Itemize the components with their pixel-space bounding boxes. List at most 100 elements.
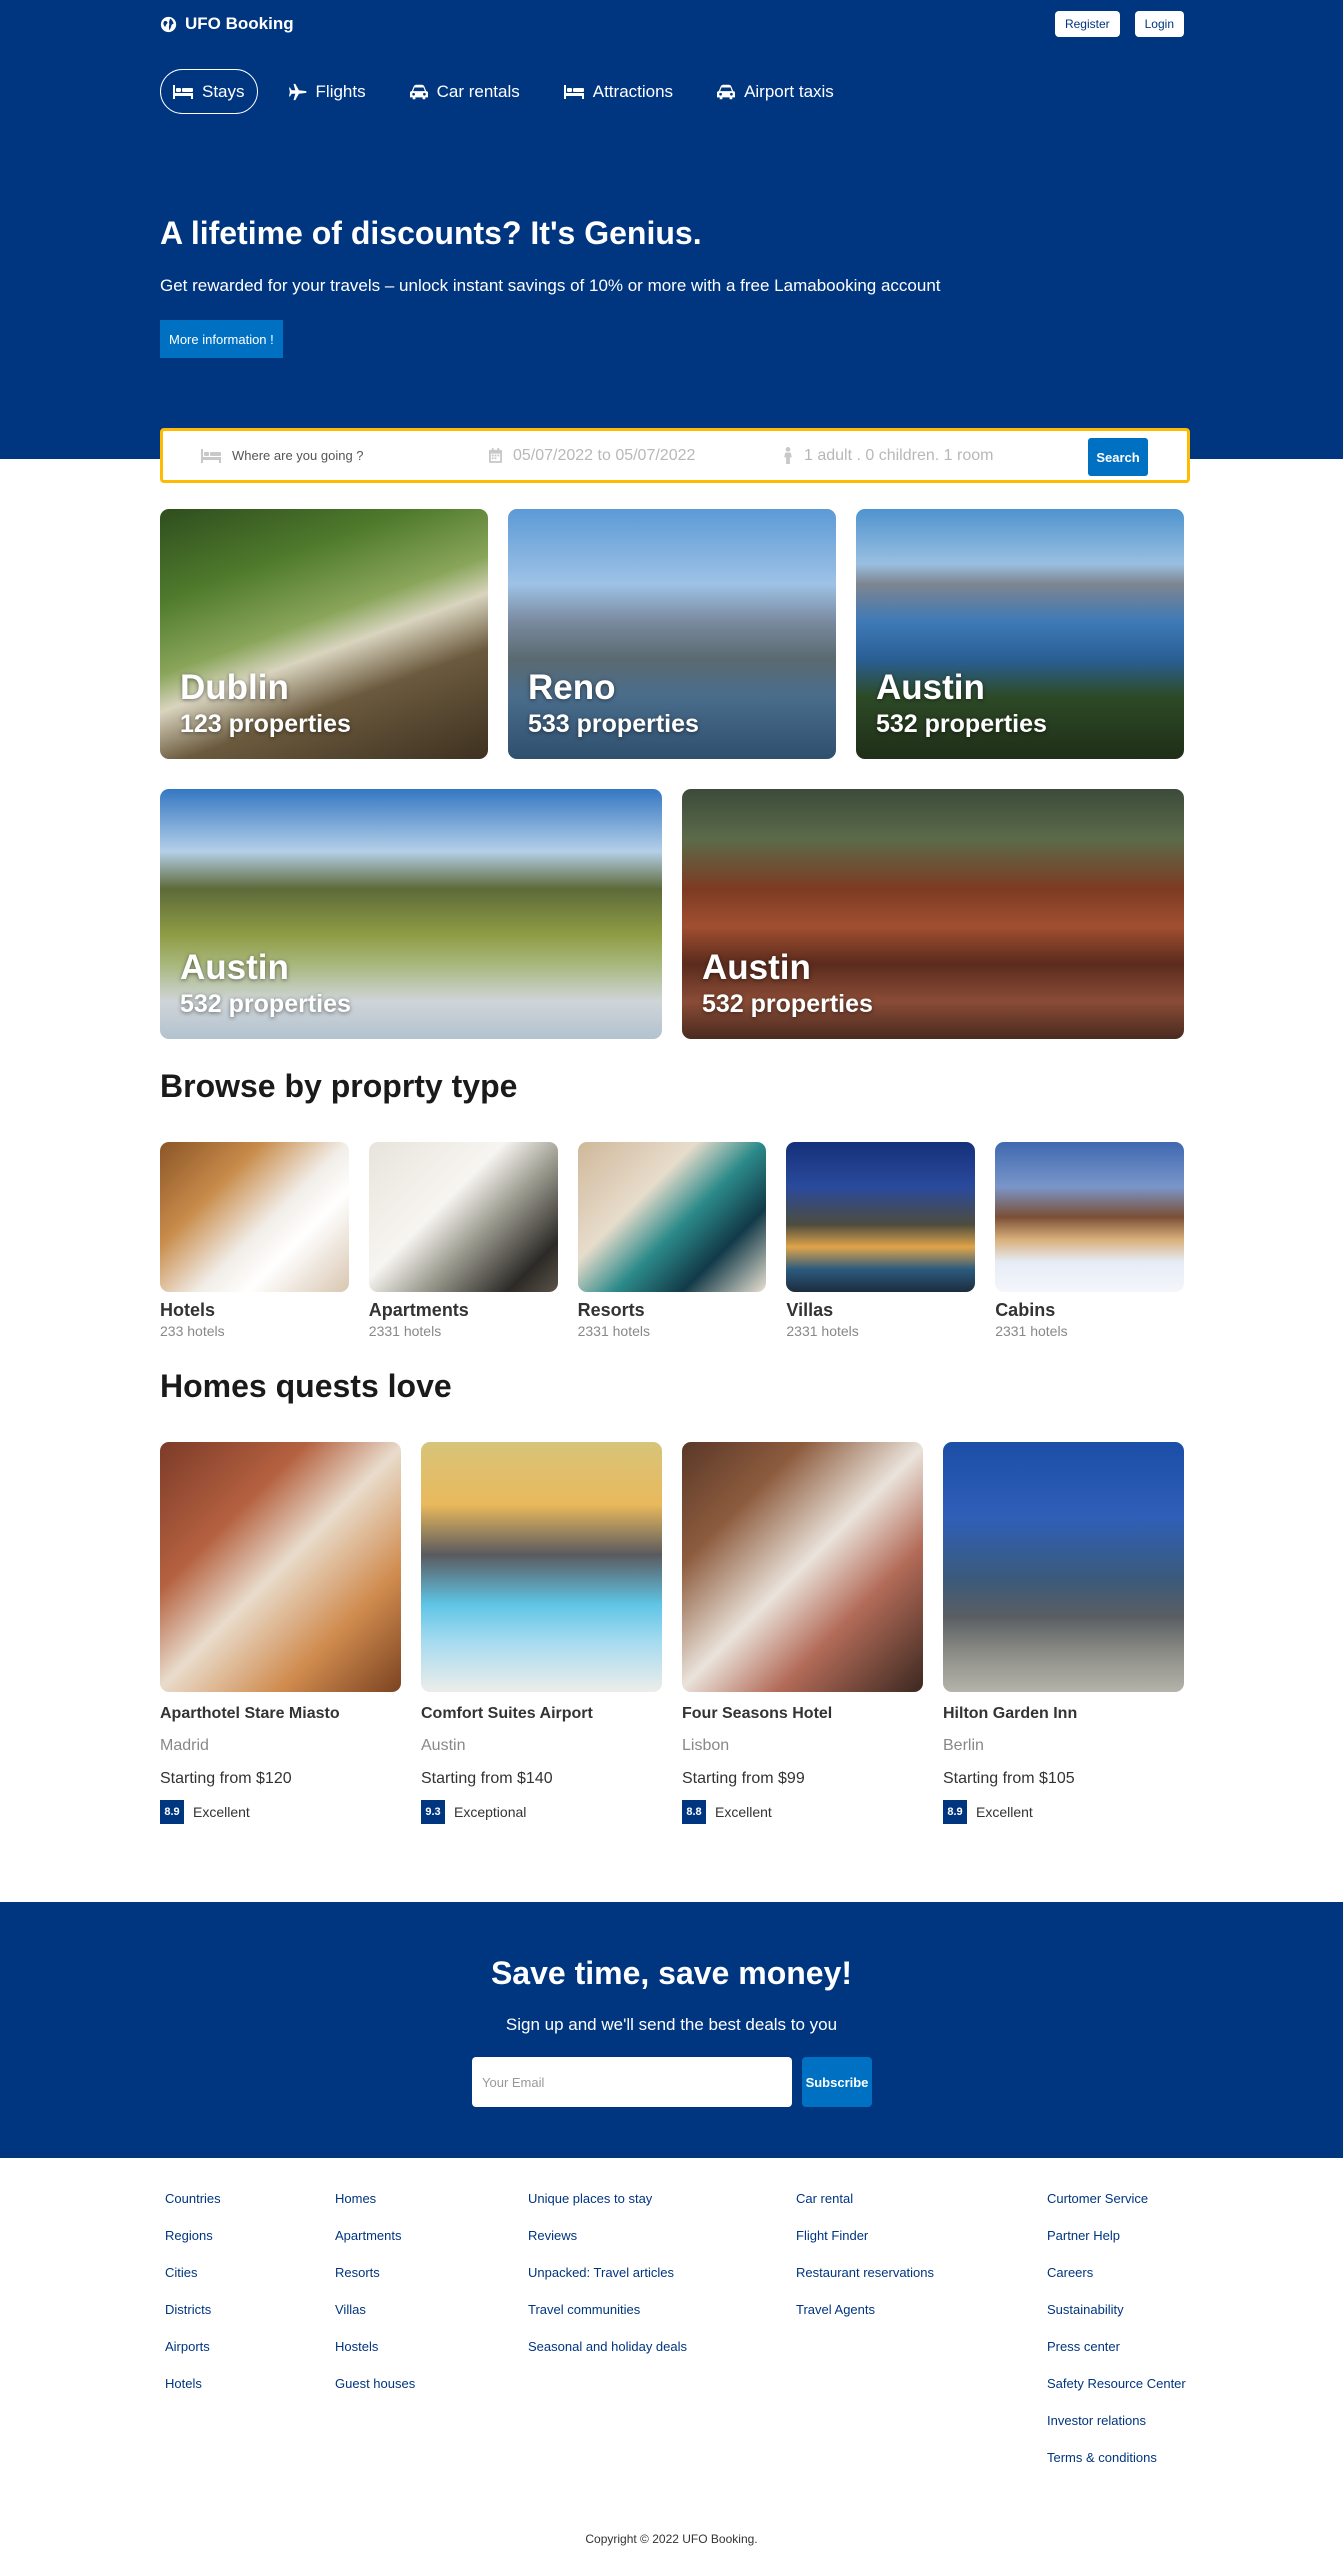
featured-city-name: Austin [876, 668, 985, 707]
footer-link[interactable]: Apartments [335, 2228, 415, 2265]
footer-link[interactable]: Press center [1047, 2339, 1186, 2376]
home-rating: 8.8 Excellent [682, 1800, 923, 1824]
hero-header: UFO Booking Register Login Stays Flights… [0, 0, 1343, 459]
register-button[interactable]: Register [1054, 11, 1120, 37]
property-type-image [786, 1142, 976, 1292]
footer-link[interactable]: Partner Help [1047, 2228, 1186, 2265]
footer-link[interactable]: Careers [1047, 2265, 1186, 2302]
globe-icon [160, 16, 177, 32]
footer-link[interactable]: Villas [335, 2302, 415, 2339]
footer-link[interactable]: Unpacked: Travel articles [528, 2265, 687, 2302]
date-range-text[interactable]: 05/07/2022 to 05/07/2022 [513, 447, 695, 465]
footer-link[interactable]: Regions [165, 2228, 221, 2265]
property-type-count: 2331 hotels [577, 1323, 650, 1339]
footer-link[interactable]: Sustainability [1047, 2302, 1186, 2339]
footer-link[interactable]: Guest houses [335, 2376, 415, 2413]
nav-car-rentals-label: Car rentals [436, 81, 520, 101]
footer-link[interactable]: Hostels [335, 2339, 415, 2376]
footer-link[interactable]: Travel communities [528, 2302, 687, 2339]
footer-column: Countries Regions Cities Districts Airpo… [165, 2191, 221, 2413]
property-type-card[interactable]: Hotels 233 hotels [160, 1142, 349, 1339]
featured-city-name: Austin [180, 948, 289, 987]
home-image [160, 1442, 401, 1692]
home-city: Madrid [160, 1737, 209, 1754]
taxi-icon [717, 84, 736, 99]
nav-car-rentals[interactable]: Car rentals [397, 69, 533, 114]
footer-link[interactable]: Restaurant reservations [796, 2265, 934, 2302]
home-card[interactable]: Four Seasons Hotel Lisbon Starting from … [682, 1442, 923, 1824]
subscribe-button[interactable]: Subscribe [802, 2057, 872, 2107]
home-name: Comfort Suites Airport [421, 1705, 593, 1722]
featured-property-count: 532 properties [876, 710, 1047, 738]
plane-icon [288, 83, 307, 100]
more-information-button[interactable]: More information ! [160, 320, 283, 358]
email-input[interactable] [472, 2057, 792, 2107]
person-icon [784, 447, 792, 464]
guests-text[interactable]: 1 adult . 0 children. 1 room [804, 447, 993, 465]
footer-link[interactable]: Travel Agents [796, 2302, 934, 2339]
footer-link[interactable]: Cities [165, 2265, 221, 2302]
home-card[interactable]: Hilton Garden Inn Berlin Starting from $… [943, 1442, 1184, 1824]
nav-flights[interactable]: Flights [276, 69, 379, 114]
bed-icon [563, 84, 584, 99]
footer-link[interactable]: Curtomer Service [1047, 2191, 1186, 2228]
bed-icon [201, 448, 221, 463]
footer-link[interactable]: Districts [165, 2302, 221, 2339]
newsletter: Save time, save money! Sign up and we'll… [0, 1902, 1343, 2158]
footer-link[interactable]: Homes [335, 2191, 415, 2228]
nav-airport-taxis-label: Airport taxis [744, 81, 834, 101]
property-type-card[interactable]: Apartments 2331 hotels [368, 1142, 558, 1339]
featured-card[interactable]: Austin 532 properties [160, 789, 662, 1039]
home-card[interactable]: Aparthotel Stare Miasto Madrid Starting … [160, 1442, 401, 1824]
footer-link[interactable]: Terms & conditions [1047, 2450, 1186, 2487]
footer-column: Unique places to stay Reviews Unpacked: … [528, 2191, 687, 2376]
newsletter-description: Sign up and we'll send the best deals to… [505, 2015, 838, 2034]
property-type-name: Hotels [160, 1300, 216, 1320]
logo[interactable]: UFO Booking [160, 14, 1184, 34]
footer: Countries Regions Cities Districts Airpo… [0, 2158, 1343, 2556]
home-image [943, 1442, 1184, 1692]
footer-link[interactable]: Safety Resource Center [1047, 2376, 1186, 2413]
featured-card[interactable]: Dublin 123 properties [160, 509, 488, 759]
footer-link[interactable]: Resorts [335, 2265, 415, 2302]
home-rating: 8.9 Excellent [160, 1800, 401, 1824]
nav-airport-taxis[interactable]: Airport taxis [704, 69, 847, 114]
property-type-card[interactable]: Resorts 2331 hotels [577, 1142, 767, 1339]
rating-score-badge: 8.9 [160, 1800, 184, 1824]
home-price: Starting from $99 [682, 1770, 805, 1787]
property-type-count: 2331 hotels [786, 1323, 859, 1339]
home-price: Starting from $140 [421, 1770, 553, 1787]
destination-field[interactable]: Where are you going ? [201, 448, 364, 463]
rating-score-badge: 9.3 [421, 1800, 445, 1824]
nav-flights-label: Flights [315, 81, 366, 101]
login-button[interactable]: Login [1134, 11, 1184, 37]
property-type-card[interactable]: Villas 2331 hotels [786, 1142, 976, 1339]
footer-link[interactable]: Seasonal and holiday deals [528, 2339, 687, 2376]
footer-link[interactable]: Unique places to stay [528, 2191, 687, 2228]
hero-description: Get rewarded for your travels – unlock i… [160, 276, 941, 295]
property-type-name: Resorts [577, 1300, 645, 1320]
footer-link[interactable]: Airports [165, 2339, 221, 2376]
guests-field[interactable]: 1 adult . 0 children. 1 room [783, 447, 993, 465]
property-type-card[interactable]: Cabins 2331 hotels [995, 1142, 1184, 1339]
featured-card[interactable]: Reno 533 properties [508, 509, 836, 759]
date-field[interactable]: 05/07/2022 to 05/07/2022 [489, 447, 695, 465]
hero-title: A lifetime of discounts? It's Genius. [160, 215, 702, 251]
property-types-title: Browse by proprty type [160, 1068, 518, 1104]
destination-input[interactable]: Where are you going ? [232, 448, 364, 463]
property-type-image [995, 1142, 1184, 1292]
search-button[interactable]: Search [1088, 438, 1148, 476]
footer-link[interactable]: Car rental [796, 2191, 934, 2228]
home-card[interactable]: Comfort Suites Airport Austin Starting f… [421, 1442, 662, 1824]
featured-property-count: 532 properties [180, 990, 351, 1018]
featured-card[interactable]: Austin 532 properties [682, 789, 1184, 1039]
footer-link[interactable]: Flight Finder [796, 2228, 934, 2265]
nav-attractions[interactable]: Attractions [551, 69, 686, 114]
rating-label: Excellent [976, 1804, 1033, 1820]
featured-card[interactable]: Austin 532 properties [856, 509, 1184, 759]
footer-link[interactable]: Countries [165, 2191, 221, 2228]
footer-link[interactable]: Hotels [165, 2376, 221, 2413]
nav-stays[interactable]: Stays [160, 69, 258, 114]
footer-link[interactable]: Reviews [528, 2228, 687, 2265]
footer-link[interactable]: Investor relations [1047, 2413, 1186, 2450]
